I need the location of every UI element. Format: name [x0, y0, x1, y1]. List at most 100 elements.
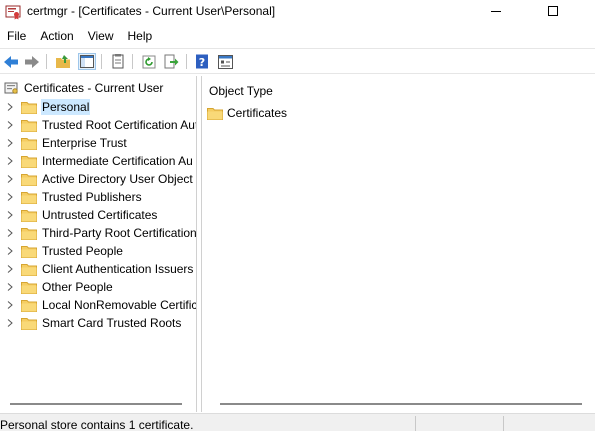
up-one-level-button[interactable]: [54, 53, 72, 70]
chevron-right-icon[interactable]: [7, 121, 13, 129]
chevron-right-icon[interactable]: [7, 157, 13, 165]
back-button[interactable]: [2, 53, 20, 70]
toolbar-separator: [132, 54, 133, 69]
status-divider: [503, 416, 504, 431]
chevron-right-icon[interactable]: [7, 103, 13, 111]
chevron-right-icon[interactable]: [7, 301, 13, 309]
tree-item[interactable]: Enterprise Trust: [0, 134, 196, 152]
export-button[interactable]: [162, 53, 180, 70]
tree-item-label: Smart Card Trusted Roots: [42, 316, 182, 330]
folder-icon: [21, 138, 37, 150]
list-item-label: Certificates: [227, 106, 288, 120]
menu-action[interactable]: Action: [33, 26, 80, 46]
tree-item-label: Enterprise Trust: [42, 136, 127, 150]
folder-icon: [21, 156, 37, 168]
chevron-right-icon[interactable]: [7, 265, 13, 273]
folder-icon: [21, 300, 37, 312]
maximize-button[interactable]: [530, 0, 576, 22]
details-pane[interactable]: Object Type Certificates: [201, 76, 595, 412]
tree-item[interactable]: Trusted People: [0, 242, 196, 260]
chevron-right-icon[interactable]: [7, 193, 13, 201]
tree-item[interactable]: Smart Card Trusted Roots: [0, 314, 196, 332]
tree-item[interactable]: Untrusted Certificates: [0, 206, 196, 224]
menu-bar: File Action View Help: [0, 25, 595, 47]
show-hide-console-tree-icon: [80, 55, 94, 68]
chevron-right-icon[interactable]: [7, 283, 13, 291]
toolbar-separator: [186, 54, 187, 69]
tree-item[interactable]: Trusted Publishers: [0, 188, 196, 206]
toolbar: ?: [0, 48, 595, 74]
chevron-right-icon[interactable]: [7, 229, 13, 237]
toolbar-separator: [101, 54, 102, 69]
certificate-store-icon: [4, 82, 18, 94]
tree-item[interactable]: Local NonRemovable Certific: [0, 296, 197, 314]
chevron-right-icon[interactable]: [7, 247, 13, 255]
tree-horizontal-scrollbar[interactable]: [10, 403, 182, 405]
tree-item[interactable]: Intermediate Certification Au: [0, 152, 196, 170]
show-hide-console-tree-button[interactable]: [78, 53, 96, 70]
tree-item-label: Trusted People: [42, 244, 123, 258]
status-divider: [415, 416, 416, 431]
properties-icon: [217, 54, 233, 69]
toolbar-separator: [46, 54, 47, 69]
tree-item[interactable]: Other People: [0, 278, 196, 296]
refresh-icon: [142, 55, 156, 68]
tree-item-label: Other People: [42, 280, 113, 294]
back-icon: [4, 55, 18, 68]
status-bar: Personal store contains 1 certificate.: [0, 413, 595, 431]
title-bar: certmgr - [Certificates - Current User\P…: [0, 0, 595, 24]
tree-root[interactable]: Certificates - Current User: [4, 80, 163, 96]
certificate-manager-icon: [5, 5, 21, 20]
tree-item[interactable]: Personal: [0, 98, 196, 116]
tree-item-label: Intermediate Certification Au: [42, 154, 193, 168]
menu-view[interactable]: View: [81, 26, 121, 46]
tree-item-label: Trusted Publishers: [42, 190, 142, 204]
help-icon: ?: [196, 54, 208, 69]
refresh-button[interactable]: [140, 53, 158, 70]
export-list-button[interactable]: [109, 53, 127, 70]
folder-icon: [21, 282, 37, 294]
folder-icon: [21, 120, 37, 132]
tree-item[interactable]: Third-Party Root Certification: [0, 224, 197, 242]
tree-item-label: Third-Party Root Certification: [42, 226, 197, 240]
tree-item-label: Local NonRemovable Certific: [42, 298, 197, 312]
svg-text:?: ?: [199, 56, 205, 69]
tree-item[interactable]: Client Authentication Issuers: [0, 260, 196, 278]
folder-icon: [21, 318, 37, 330]
tree-item[interactable]: Trusted Root Certification Aut: [0, 116, 197, 134]
tree-item-label: Client Authentication Issuers: [42, 262, 194, 276]
folder-icon: [21, 210, 37, 222]
export-list-icon: [112, 54, 124, 69]
console-tree[interactable]: Certificates - Current User Personal Trus…: [0, 76, 197, 412]
export-icon: [164, 54, 178, 69]
window-title: certmgr - [Certificates - Current User\P…: [27, 4, 276, 18]
maximize-icon: [548, 6, 558, 16]
menu-help[interactable]: Help: [121, 26, 160, 46]
status-text: Personal store contains 1 certificate.: [0, 418, 194, 431]
list-item-certificates[interactable]: Certificates: [207, 105, 287, 121]
tree-item-label: Trusted Root Certification Aut: [42, 118, 197, 132]
folder-icon: [21, 246, 37, 258]
folder-icon: [21, 264, 37, 276]
tree-item[interactable]: Active Directory User Object: [0, 170, 196, 188]
minimize-button[interactable]: [473, 0, 519, 22]
folder-icon: [21, 228, 37, 240]
forward-icon: [25, 55, 39, 68]
details-horizontal-scrollbar[interactable]: [220, 403, 582, 405]
forward-button[interactable]: [23, 53, 41, 70]
chevron-right-icon[interactable]: [7, 175, 13, 183]
help-button[interactable]: ?: [193, 53, 211, 70]
chevron-right-icon[interactable]: [7, 139, 13, 147]
chevron-right-icon[interactable]: [7, 211, 13, 219]
chevron-right-icon[interactable]: [7, 319, 13, 327]
folder-icon: [21, 102, 37, 114]
folder-icon: [21, 192, 37, 204]
menu-file[interactable]: File: [0, 26, 33, 46]
properties-button[interactable]: [216, 53, 234, 70]
tree-item-label: Active Directory User Object: [42, 172, 193, 186]
folder-icon: [21, 174, 37, 186]
up-folder-icon: [56, 55, 70, 68]
column-header-object-type[interactable]: Object Type: [209, 84, 273, 98]
tree-item-label: Untrusted Certificates: [42, 208, 158, 222]
minimize-icon: [491, 10, 501, 12]
